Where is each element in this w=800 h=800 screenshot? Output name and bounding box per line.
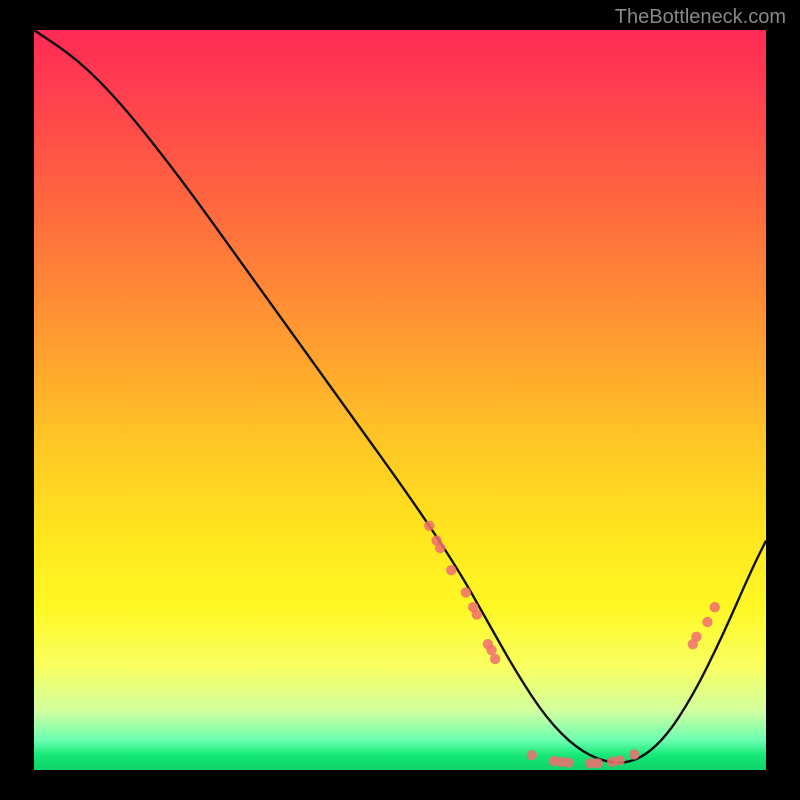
chart-marker [614, 755, 624, 765]
chart-marker [710, 602, 720, 612]
chart-marker [702, 617, 712, 627]
chart-marker [461, 587, 471, 597]
watermark-text: TheBottleneck.com [615, 6, 786, 29]
chart-marker [472, 609, 482, 619]
chart-marker [691, 632, 701, 642]
chart-plot-area [34, 30, 766, 770]
chart-markers [424, 521, 720, 769]
chart-marker [446, 565, 456, 575]
chart-marker [629, 749, 639, 759]
chart-marker [435, 543, 445, 553]
chart-curve [34, 30, 766, 763]
chart-svg [34, 30, 766, 770]
chart-marker [490, 654, 500, 664]
chart-marker [486, 645, 496, 655]
chart-marker [563, 757, 573, 767]
chart-marker [527, 750, 537, 760]
chart-marker [424, 521, 434, 531]
chart-marker [592, 758, 602, 768]
